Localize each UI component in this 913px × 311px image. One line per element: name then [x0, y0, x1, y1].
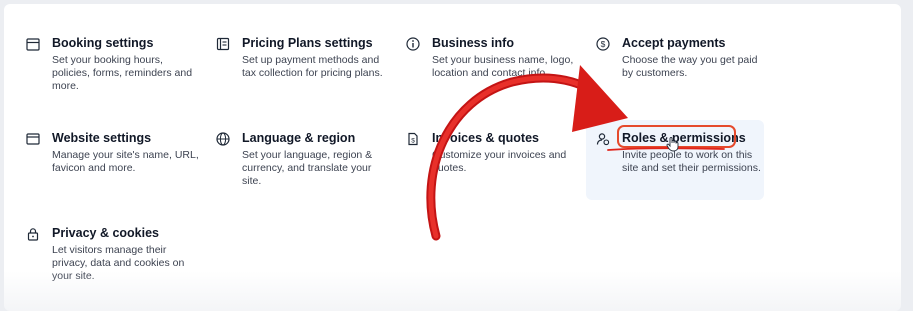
setting-title: Booking settings — [52, 36, 154, 50]
svg-text:$: $ — [411, 138, 415, 145]
setting-description: Choose the way you get paid by customers… — [622, 54, 758, 79]
setting-title: Privacy & cookies — [52, 226, 160, 240]
info-icon — [406, 37, 420, 51]
setting-title: Website settings — [52, 131, 152, 145]
setting-title: Business info — [432, 36, 514, 50]
setting-description: Set your language, region & currency, an… — [242, 149, 373, 187]
lock-icon — [26, 227, 40, 241]
setting-description: Manage your site's name, URL, favicon an… — [52, 149, 199, 174]
setting-description: Set your booking hours, policies, forms,… — [52, 54, 193, 92]
pricing-plans-icon — [216, 37, 230, 51]
globe-icon — [216, 132, 230, 146]
setting-title: Pricing Plans settings — [242, 36, 373, 50]
invoice-icon: $ — [406, 132, 420, 146]
setting-description: Let visitors manage their privacy, data … — [52, 244, 185, 282]
roles-icon — [596, 132, 610, 146]
setting-title: Language & region — [242, 131, 356, 145]
setting-title: Invoices & quotes — [432, 131, 539, 145]
svg-text:$: $ — [601, 39, 606, 49]
calendar-icon — [26, 37, 40, 51]
setting-description: Set your business name, logo, location a… — [432, 54, 574, 79]
setting-title: Accept payments — [622, 36, 726, 50]
setting-description: Invite people to work on this site and s… — [622, 149, 761, 174]
hand-cursor-icon — [666, 137, 679, 152]
setting-description: Customize your invoices and quotes. — [432, 149, 567, 174]
setting-description: Set up payment methods and tax collectio… — [242, 54, 383, 79]
browser-icon — [26, 132, 40, 146]
dollar-icon: $ — [596, 37, 610, 51]
